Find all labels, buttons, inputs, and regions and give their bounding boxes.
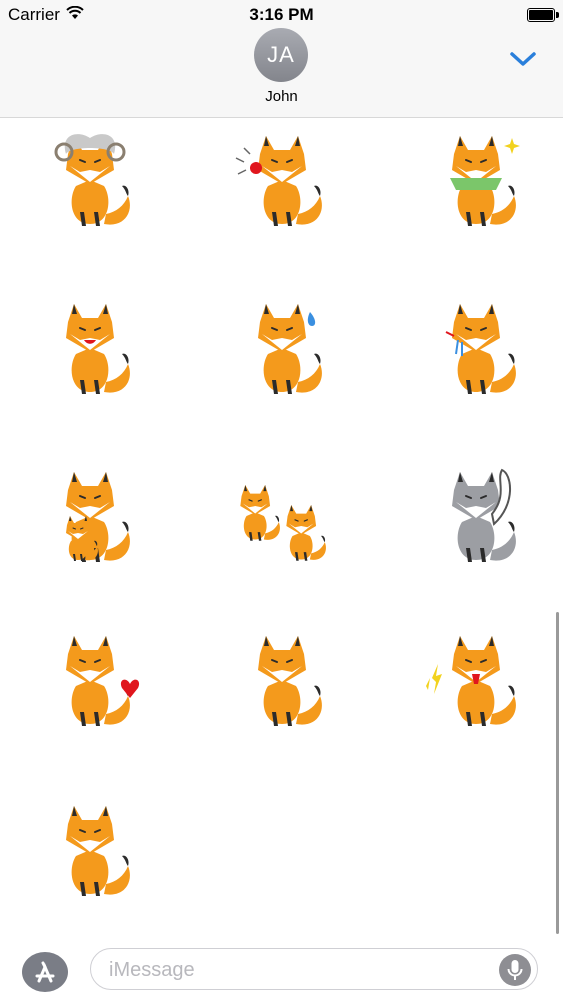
app-store-button[interactable] — [22, 952, 68, 992]
message-field[interactable] — [90, 948, 538, 990]
composer-bar — [0, 944, 563, 1000]
clock: 3:16 PM — [249, 5, 314, 24]
sticker-fox-gray-ghost[interactable] — [416, 464, 536, 584]
sticker-fox-money-fan[interactable] — [416, 128, 536, 248]
sticker-fox-ram-costume[interactable] — [30, 128, 150, 248]
microphone-icon — [507, 960, 523, 980]
sticker-fox-crying[interactable] — [416, 296, 536, 416]
sticker-fox-smiling[interactable] — [30, 296, 150, 416]
sticker-fox-standing[interactable] — [222, 628, 342, 748]
app-store-icon — [35, 961, 55, 983]
chevron-down-icon[interactable] — [508, 48, 538, 70]
status-bar: Carrier 3:16 PM — [0, 0, 563, 30]
sticker-foxes-fighting[interactable] — [222, 464, 342, 584]
sticker-fox-angry-lightning[interactable] — [416, 628, 536, 748]
contact-name[interactable]: John — [0, 88, 563, 105]
sticker-fox-with-kit[interactable] — [30, 464, 150, 584]
conversation-header: Carrier 3:16 PM JA John — [0, 0, 563, 118]
microphone-button[interactable] — [499, 954, 531, 986]
sticker-fox-sweat-drop[interactable] — [222, 296, 342, 416]
battery-icon — [527, 8, 559, 22]
sticker-grid — [0, 118, 563, 944]
sticker-fox-sitting[interactable] — [30, 798, 150, 918]
sticker-fox-hearts[interactable] — [30, 628, 150, 748]
contact-avatar[interactable]: JA — [254, 28, 308, 82]
scrollbar[interactable] — [556, 612, 559, 934]
sticker-fox-shouting[interactable] — [222, 128, 342, 248]
message-input[interactable] — [107, 957, 491, 983]
